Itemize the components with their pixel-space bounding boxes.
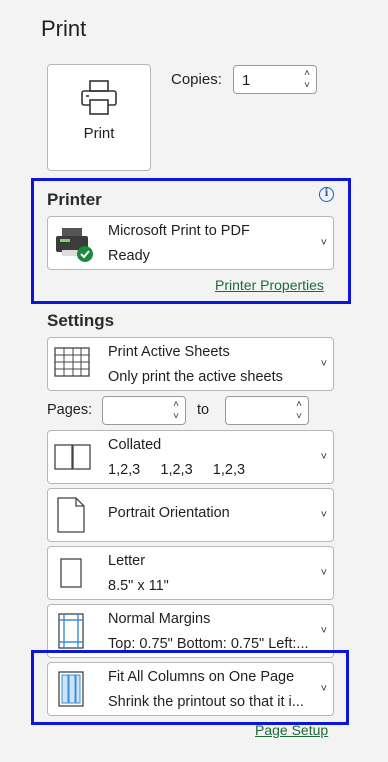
scaling-dropdown[interactable]: Fit All Columns on One Page Shrink the p… — [47, 662, 334, 716]
pages-from-stepper[interactable]: ˄ ˅ — [102, 396, 186, 425]
page-setup-link[interactable]: Page Setup — [255, 722, 328, 738]
print-what-title: Print Active Sheets — [108, 344, 230, 360]
printer-ready-icon — [56, 228, 93, 262]
page-title: Print — [41, 16, 87, 41]
pages-to-stepper[interactable]: ˄ ˅ — [225, 396, 309, 425]
collation-title: Collated — [108, 437, 162, 453]
scaling-subtitle: Shrink the printout so that it i... — [108, 694, 304, 710]
stepper-arrows-icon[interactable]: ˄ ˅ — [304, 68, 310, 92]
orientation-dropdown[interactable]: Portrait Orientation ˅ — [47, 488, 334, 542]
scaling-title: Fit All Columns on One Page — [108, 669, 295, 685]
stepper-arrows-icon[interactable]: ˄ ˅ — [296, 399, 302, 423]
sheet-grid-icon — [54, 347, 90, 377]
paper-size-dropdown[interactable]: Letter 8.5" x 11" ˅ — [47, 546, 334, 600]
chevron-down-icon: ˅ — [320, 625, 327, 637]
orientation-title: Portrait Orientation — [108, 505, 230, 521]
info-icon[interactable]: i — [319, 187, 334, 202]
printer-properties-link[interactable]: Printer Properties — [215, 277, 324, 293]
print-button-label: Print — [83, 125, 115, 142]
chevron-down-icon: ˅ — [320, 683, 327, 695]
margins-icon — [58, 613, 84, 649]
chevron-down-icon: ˅ — [320, 358, 327, 370]
chevron-down-icon: ˅ — [320, 567, 327, 579]
printer-dropdown[interactable]: Microsoft Print to PDF Ready ˅ — [47, 216, 334, 270]
chevron-down-icon: ˅ — [320, 451, 327, 463]
printer-heading: Printer — [47, 190, 102, 209]
copies-label: Copies: — [171, 71, 222, 88]
settings-heading: Settings — [47, 311, 115, 330]
printer-name: Microsoft Print to PDF — [108, 223, 250, 239]
copies-stepper[interactable]: 1 ˄ ˅ — [233, 65, 317, 94]
printer-status: Ready — [108, 248, 150, 264]
chevron-down-icon: ˅ — [320, 237, 327, 249]
portrait-page-icon — [57, 497, 85, 533]
collation-subtitle: 1,2,3 1,2,3 1,2,3 — [108, 462, 246, 478]
printer-icon — [81, 80, 117, 115]
letter-page-icon — [60, 558, 82, 588]
collated-pages-icon — [54, 444, 91, 470]
paper-size-subtitle: 8.5" x 11" — [108, 578, 169, 594]
print-what-dropdown[interactable]: Print Active Sheets Only print the activ… — [47, 337, 334, 391]
margins-title: Normal Margins — [108, 611, 211, 627]
copies-value: 1 — [242, 72, 251, 89]
print-button[interactable]: Print — [47, 64, 151, 171]
pages-to-label: to — [197, 402, 210, 418]
chevron-down-icon: ˅ — [320, 509, 327, 521]
stepper-arrows-icon[interactable]: ˄ ˅ — [173, 399, 179, 423]
pages-label: Pages: — [47, 402, 93, 418]
collation-dropdown[interactable]: Collated 1,2,3 1,2,3 1,2,3 ˅ — [47, 430, 334, 484]
print-what-subtitle: Only print the active sheets — [108, 369, 283, 385]
paper-size-title: Letter — [108, 553, 146, 569]
fit-columns-icon — [58, 671, 84, 707]
